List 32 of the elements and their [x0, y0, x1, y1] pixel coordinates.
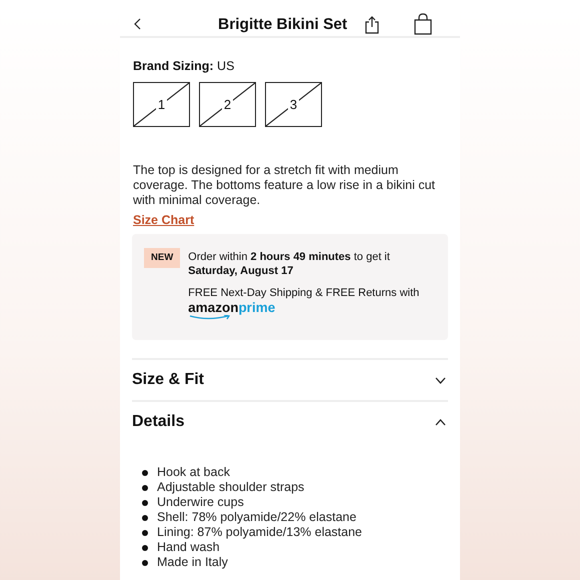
detail-item: Underwire cups: [157, 495, 244, 510]
delivery-message: Order within 2 hours 49 minutes to get it Saturday, August 17: [188, 250, 391, 278]
detail-item: Lining: 87% polyamide/13% elastane: [157, 525, 362, 540]
bullet-icon: [142, 560, 148, 566]
bullet-icon: [142, 470, 148, 476]
description-text: The top is designed for a stretch fit with medium coverage. The bottoms feature a low rise in a bikini cut with minimal coverage.: [133, 163, 436, 208]
detail-item: Adjustable shoulder straps: [157, 480, 304, 495]
chevron-up-icon: [435, 418, 446, 426]
bullet-icon: [142, 530, 148, 536]
page-title: Brigitte Bikini Set: [218, 16, 348, 34]
shopping-bag-icon[interactable]: [414, 13, 432, 35]
size-option[interactable]: 2: [199, 82, 256, 128]
shipping-text: FREE Next-Day Shipping & FREE Returns with: [188, 286, 420, 300]
size-option[interactable]: 1: [133, 82, 190, 128]
brand-sizing-label: Brand Sizing: US: [133, 59, 236, 74]
bullet-icon: [142, 500, 148, 506]
size-option[interactable]: 3: [265, 82, 322, 128]
detail-item: Hand wash: [157, 540, 220, 555]
bullet-icon: [142, 544, 148, 550]
share-icon[interactable]: [365, 16, 379, 34]
detail-item: Shell: 78% polyamide/22% elastane: [157, 510, 356, 525]
detail-item: Made in Italy: [157, 555, 228, 570]
back-icon[interactable]: [134, 18, 141, 30]
bullet-icon: [142, 484, 148, 490]
detail-item: Hook at back: [157, 465, 230, 480]
new-badge: NEW: [144, 248, 180, 268]
prime-logo: amazonprime: [188, 301, 276, 320]
accordion-header[interactable]: Details: [132, 402, 448, 442]
size-chart-link[interactable]: Size Chart: [133, 213, 194, 228]
accordion-header[interactable]: Size & Fit: [132, 360, 448, 400]
bullet-icon: [142, 514, 148, 520]
chevron-down-icon: [435, 376, 446, 384]
